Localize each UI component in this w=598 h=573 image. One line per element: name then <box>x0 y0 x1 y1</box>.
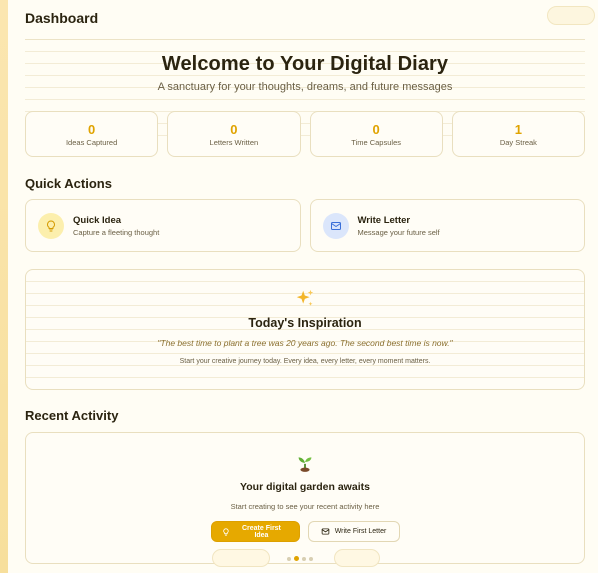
inspiration-card: Today's Inspiration "The best time to pl… <box>25 269 585 390</box>
create-first-idea-button[interactable]: Create First Idea <box>210 521 300 542</box>
write-letter-title: Write Letter <box>357 214 411 226</box>
write-first-letter-label: Write First Letter <box>334 528 387 535</box>
hero-subtitle: A sanctuary for your thoughts, dreams, a… <box>157 81 453 93</box>
sprout-icon <box>26 451 584 473</box>
recent-activity-card: Your digital garden awaits Start creatin… <box>25 432 585 564</box>
bottom-pill-left[interactable] <box>212 549 270 567</box>
empty-state-text: Start creating to see your recent activi… <box>230 502 380 511</box>
stat-time-capsules: 0 Time Capsules <box>309 111 443 157</box>
stat-value: 0 <box>230 122 238 137</box>
envelope-icon <box>322 212 349 239</box>
left-sidebar-edge <box>0 0 8 573</box>
lightbulb-icon <box>38 212 64 239</box>
stats-row: 0 Ideas Captured 0 Letters Written 0 Tim… <box>25 111 585 157</box>
page-dot[interactable] <box>309 556 313 561</box>
stat-label: Letters Written <box>209 138 259 147</box>
stat-value: 1 <box>514 122 522 137</box>
empty-state-title: Your digital garden awaits <box>240 481 370 493</box>
sparkles-icon <box>26 288 584 310</box>
page-title: Dashboard <box>25 9 99 26</box>
hero-title: Welcome to Your Digital Diary <box>161 53 449 75</box>
top-right-pill[interactable] <box>547 6 595 25</box>
quick-idea-title: Quick Idea <box>73 214 122 226</box>
lightbulb-icon <box>222 527 229 536</box>
stat-label: Day Streak <box>499 138 537 147</box>
quick-idea-card[interactable]: Quick Idea Capture a fleeting thought <box>25 199 301 252</box>
create-first-idea-label: Create First Idea <box>241 524 281 539</box>
page-indicator[interactable] <box>287 556 313 561</box>
quick-actions: Quick Idea Capture a fleeting thought Wr… <box>25 199 585 252</box>
stat-label: Time Capsules <box>351 138 401 147</box>
write-first-letter-button[interactable]: Write First Letter <box>307 521 400 542</box>
top-bar: Dashboard <box>25 0 595 40</box>
inspiration-quote: "The best time to plant a tree was 20 ye… <box>157 338 453 348</box>
quick-actions-heading: Quick Actions <box>25 176 112 191</box>
stat-label: Ideas Captured <box>65 138 118 147</box>
bottom-pill-right[interactable] <box>334 549 380 567</box>
write-letter-card[interactable]: Write Letter Message your future self <box>309 199 585 252</box>
page-dot[interactable] <box>302 556 306 561</box>
write-letter-subtitle: Message your future self <box>357 227 440 237</box>
inspiration-title: Today's Inspiration <box>248 316 362 330</box>
page-dot[interactable] <box>287 556 291 561</box>
envelope-icon <box>321 528 329 535</box>
empty-state-actions: Create First Idea Write First Letter <box>26 521 584 542</box>
quick-idea-subtitle: Capture a fleeting thought <box>73 227 160 237</box>
recent-activity-heading: Recent Activity <box>25 408 119 423</box>
stat-day-streak: 1 Day Streak <box>451 111 585 157</box>
inspiration-text: Start your creative journey today. Every… <box>179 358 431 365</box>
stat-ideas-captured: 0 Ideas Captured <box>25 111 159 157</box>
main-content: Dashboard Welcome to Your Digital Diary … <box>25 0 595 573</box>
stat-value: 0 <box>372 122 380 137</box>
page-dot-active[interactable] <box>294 556 299 561</box>
stat-value: 0 <box>88 122 96 137</box>
stat-letters-written: 0 Letters Written <box>167 111 301 157</box>
